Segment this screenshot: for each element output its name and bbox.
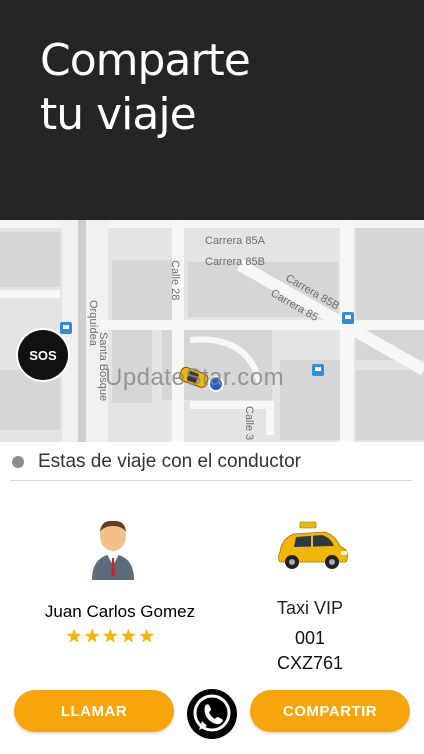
star-icon: ★ bbox=[66, 626, 83, 646]
svg-text:Orquídea: Orquídea bbox=[87, 300, 99, 347]
driver-name: Juan Carlos Gomez bbox=[44, 602, 196, 621]
sos-label: SOS bbox=[29, 347, 57, 363]
trip-status-bar: Estas de viaje con el conductor bbox=[0, 442, 424, 480]
sos-button[interactable]: SOS bbox=[18, 330, 68, 380]
vehicle-number: 001 bbox=[294, 628, 326, 648]
vehicle-plate: CXZ761 bbox=[276, 653, 344, 673]
title-line-1: Comparte bbox=[40, 35, 251, 86]
driver-rating: ★ ★ ★ ★ ★ bbox=[66, 626, 155, 646]
title-line-2: tu viaje bbox=[40, 89, 197, 140]
svg-text:Calle 28: Calle 28 bbox=[169, 260, 181, 300]
driver-avatar-icon bbox=[92, 520, 134, 580]
call-button-label: LLAMAR bbox=[60, 702, 128, 720]
status-dot-icon bbox=[12, 456, 24, 468]
share-button-label: COMPARTIR bbox=[282, 702, 378, 720]
watermark: UpdateStar.com bbox=[105, 364, 285, 391]
svg-text:Carrera 85A: Carrera 85A bbox=[205, 235, 266, 247]
star-icon: ★ bbox=[84, 626, 101, 646]
whatsapp-icon[interactable] bbox=[186, 688, 238, 740]
star-icon: ★ bbox=[138, 626, 155, 646]
taxi-car-icon bbox=[278, 521, 348, 569]
map-graphic: Carrera 85A Carrera 85B Calle 28 Carrera… bbox=[0, 220, 424, 442]
page-title: Comparte tu viaje bbox=[40, 34, 251, 142]
bus-stop-icon bbox=[312, 364, 324, 376]
divider bbox=[10, 480, 412, 481]
map-view[interactable]: Carrera 85A Carrera 85B Calle 28 Carrera… bbox=[0, 220, 424, 442]
star-icon: ★ bbox=[102, 626, 119, 646]
header: Comparte tu viaje bbox=[0, 0, 424, 220]
call-button[interactable]: LLAMAR bbox=[14, 690, 174, 732]
share-button[interactable]: COMPARTIR bbox=[250, 690, 410, 732]
trip-status-text: Estas de viaje con el conductor bbox=[38, 451, 301, 472]
bus-stop-icon bbox=[342, 312, 354, 324]
svg-text:Carrera 85B: Carrera 85B bbox=[205, 256, 265, 268]
star-icon: ★ bbox=[120, 626, 137, 646]
bus-stop-icon bbox=[60, 322, 72, 334]
vehicle-type: Taxi VIP bbox=[276, 598, 344, 618]
svg-text:Calle 3: Calle 3 bbox=[243, 406, 255, 440]
